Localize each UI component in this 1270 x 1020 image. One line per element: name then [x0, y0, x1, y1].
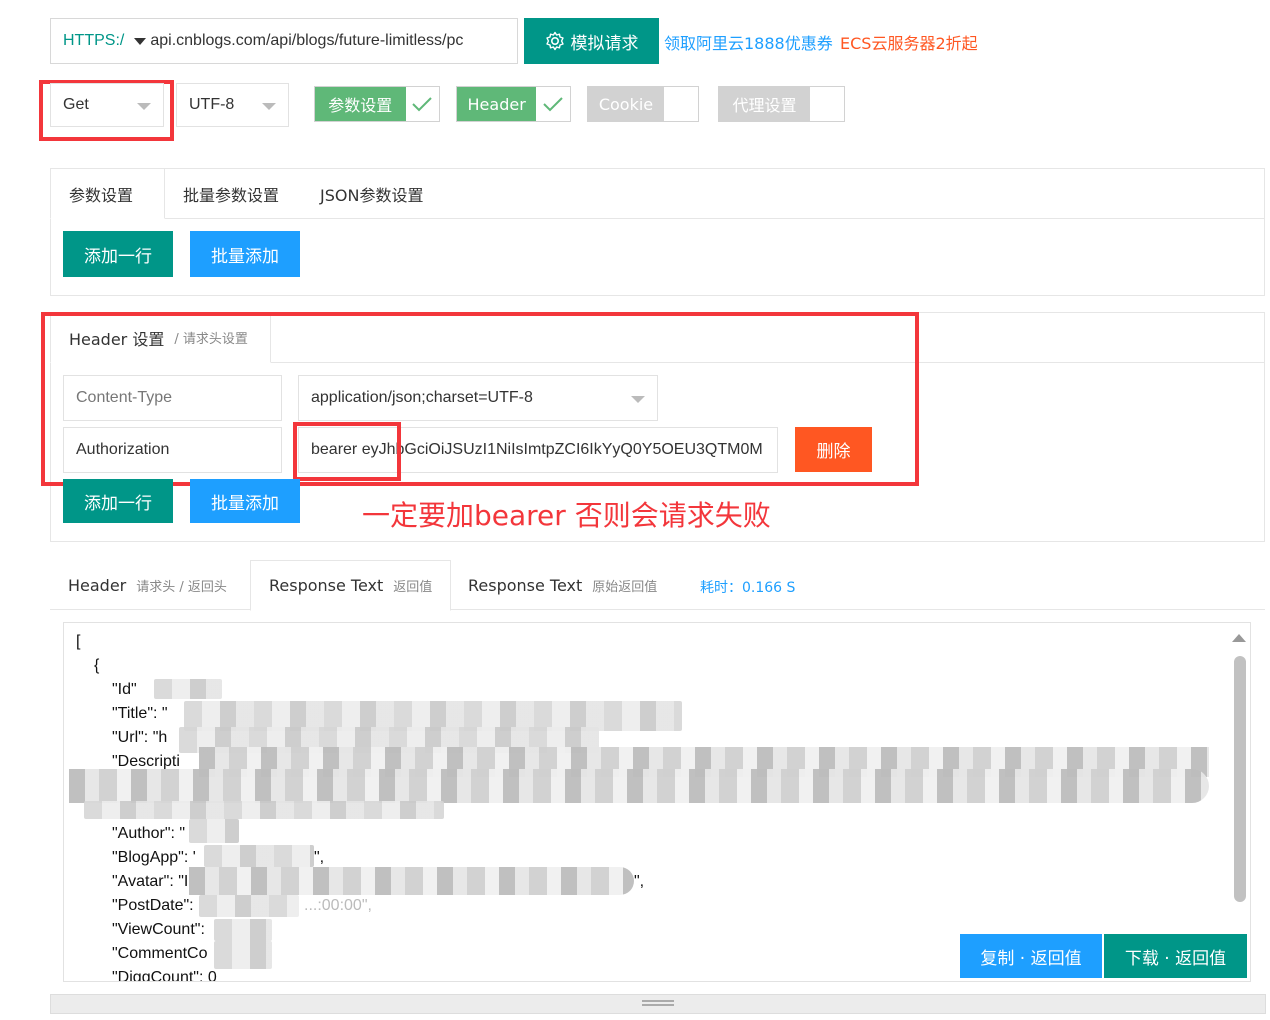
gear-icon [545, 31, 564, 51]
json-line: [ [76, 633, 81, 650]
scroll-up-arrow-icon[interactable] [1232, 634, 1246, 642]
method-value: Get [63, 96, 89, 113]
chevron-down-icon [137, 103, 151, 110]
tab-response-raw-label: Response Text [468, 575, 583, 595]
json-line: "Id" [112, 681, 137, 698]
json-line: "Title": " [112, 705, 168, 722]
method-select[interactable]: Get [50, 83, 164, 127]
json-fragment: ", [314, 849, 325, 866]
download-response-button[interactable]: 下载 · 返回值 [1104, 934, 1247, 978]
redacted-block [189, 867, 634, 895]
simulate-request-button[interactable]: 模拟请求 [524, 18, 659, 64]
response-body[interactable]: [ { "Id" "Title": " "Url": "h "Descripti… [63, 622, 1251, 982]
json-line: "Avatar": "I [112, 873, 189, 890]
json-fragment: ", [634, 873, 645, 890]
url-text: api.cnblogs.com/api/blogs/future-limitle… [150, 32, 464, 49]
toggle-cookie-label: Cookie [588, 87, 664, 121]
json-line: { [94, 657, 100, 674]
toggle-empty-box [664, 87, 698, 121]
header-highlight-box [41, 312, 919, 486]
protocol-label: HTTPS:/ [63, 32, 125, 49]
add-header-row-button[interactable]: 添加一行 [63, 479, 173, 523]
batch-add-header-button[interactable]: 批量添加 [190, 479, 300, 523]
json-line: "Url": "h [112, 729, 168, 746]
redacted-block [214, 919, 272, 941]
json-line: "PostDate": [112, 897, 194, 914]
toggle-params[interactable]: 参数设置 [314, 86, 440, 122]
toggle-proxy[interactable]: 代理设置 [718, 86, 845, 122]
protocol-dropdown-icon[interactable] [134, 37, 147, 45]
toggle-proxy-label: 代理设置 [719, 87, 810, 121]
response-tabs: Header 请求头 / 返回头 Response Text 返回值 Respo… [50, 560, 1265, 611]
charset-value: UTF-8 [189, 96, 235, 113]
json-line: "BlogApp": ' [112, 849, 196, 866]
elapsed-time: 耗时：0.166 S [700, 580, 796, 596]
resize-grip-icon[interactable] [642, 1000, 674, 1006]
checkmark-icon [536, 87, 570, 121]
json-line: "DiggCount": 0 [112, 969, 217, 982]
tab-response-text-sub: 返回值 [393, 580, 433, 595]
tab-response-text[interactable]: Response Text 返回值 [250, 560, 452, 611]
promo-link-ecs[interactable]: ECS云服务器2折起 [840, 30, 978, 54]
json-fragment: ...:00:00", [304, 897, 372, 914]
tab-response-text-label: Response Text [269, 576, 384, 595]
add-row-button[interactable]: 添加一行 [63, 231, 173, 277]
chevron-down-icon [262, 103, 276, 110]
redacted-block [204, 845, 314, 867]
redacted-block [154, 679, 222, 699]
tab-response-header-label: Header [68, 575, 127, 595]
redacted-block [199, 895, 299, 917]
toggle-header[interactable]: Header [456, 86, 571, 122]
json-line: "CommentCo [112, 945, 208, 962]
redacted-block [84, 801, 444, 819]
copy-response-button[interactable]: 复制 · 返回值 [960, 934, 1102, 978]
tab-response-header[interactable]: Header 请求头 / 返回头 [50, 560, 245, 610]
toggle-empty-box [810, 87, 844, 121]
simulate-request-label: 模拟请求 [570, 33, 639, 53]
scrollbar-thumb[interactable] [1234, 656, 1246, 902]
bearer-highlight-box [293, 422, 401, 481]
promo-link-aliyun[interactable]: 领取阿里云1888优惠券 [664, 30, 833, 54]
tab-params[interactable]: 参数设置 [50, 168, 165, 219]
tab-response-header-sub: 请求头 / 返回头 [136, 579, 227, 595]
tab-response-raw[interactable]: Response Text 原始返回值 [450, 560, 675, 610]
url-input[interactable]: HTTPS:/ api.cnblogs.com/api/blogs/future… [50, 18, 518, 64]
tab-response-raw-sub: 原始返回值 [592, 579, 658, 595]
json-line: "Author": " [112, 825, 186, 842]
bearer-annotation: 一定要加bearer 否则会请求失败 [362, 499, 771, 532]
charset-select[interactable]: UTF-8 [176, 83, 289, 127]
checkmark-icon [406, 87, 439, 121]
redacted-block [214, 941, 272, 969]
toggle-header-label: Header [457, 87, 537, 121]
json-line: "ViewCount": [112, 921, 205, 938]
batch-add-button[interactable]: 批量添加 [190, 231, 300, 277]
toggle-params-label: 参数设置 [315, 87, 406, 121]
tab-json-params[interactable]: JSON参数设置 [302, 169, 441, 219]
toggle-cookie[interactable]: Cookie [587, 86, 699, 122]
redacted-block [189, 819, 239, 843]
redacted-block [69, 769, 1209, 803]
tab-batch-params[interactable]: 批量参数设置 [165, 169, 297, 219]
